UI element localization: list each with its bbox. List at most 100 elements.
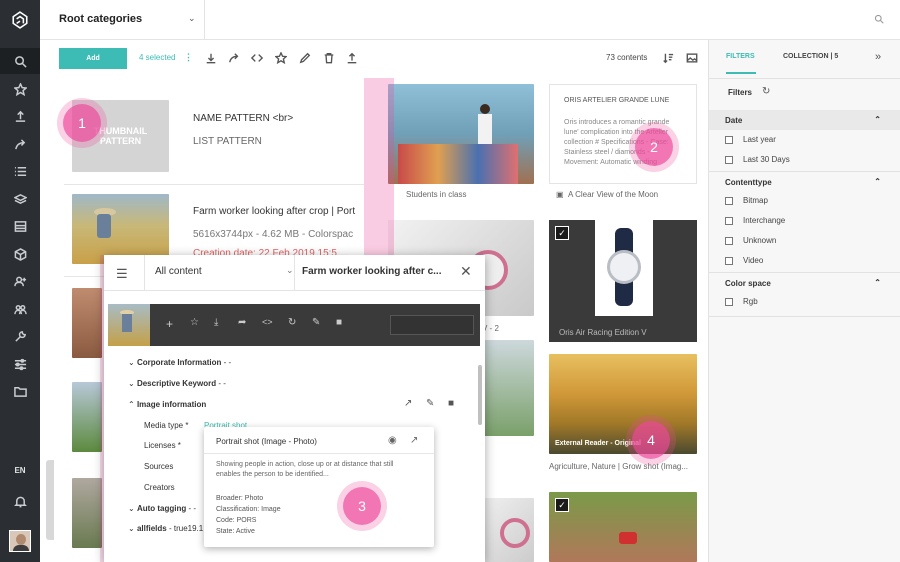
list-icon[interactable] [0,158,40,184]
checkbox[interactable] [725,256,733,265]
star-icon[interactable] [274,51,288,65]
chevron-up-icon[interactable]: ⌃ [874,115,881,124]
cube-icon[interactable] [0,241,40,267]
checkbox-checked-icon[interactable]: ✓ [555,226,569,240]
bell-icon[interactable] [0,488,40,514]
scrollbar[interactable] [478,365,482,425]
users-icon[interactable] [0,296,40,322]
tree-row-auto-tagging[interactable]: ⌄ Auto tagging - - [128,504,196,513]
share-icon[interactable] [0,131,40,157]
edit-icon[interactable]: ✎ [312,317,320,328]
cube-icon: ▣ [556,190,564,199]
code-icon[interactable]: <> [262,317,273,327]
panel-handle[interactable] [46,460,54,540]
open-external-icon[interactable]: ↗ [404,398,412,409]
tab-collection[interactable]: COLLECTION | 5 [783,53,838,60]
list-thumbnail[interactable] [72,382,102,452]
tree-row-allfields[interactable]: ⌄ allfields - true19.1: [128,524,205,533]
add-button[interactable]: Add [59,48,127,69]
wrench-icon[interactable] [0,323,40,349]
download-icon[interactable]: ⤓ [214,317,218,328]
share-icon[interactable] [228,52,240,64]
checkbox[interactable] [725,216,733,225]
checkbox[interactable] [725,155,733,164]
edit-icon[interactable]: ✎ [426,398,434,409]
filter-option[interactable]: Rgb [725,297,758,306]
checkbox[interactable] [725,196,733,205]
filters-label: Filters [728,88,753,97]
filter-section-contenttype[interactable]: Contenttype ⌃ [709,171,900,191]
trash-icon[interactable] [323,52,335,64]
search-icon[interactable] [0,48,40,74]
chevron-up-icon[interactable]: ⌃ [874,278,881,287]
filter-option[interactable]: Unknown [725,236,776,245]
chevron-down-icon[interactable]: ⌄ [286,265,294,276]
chevron-down-icon[interactable]: ⌄ [188,13,196,24]
trash-icon[interactable]: ■ [448,398,454,409]
checkbox[interactable] [725,236,733,245]
image-view-icon[interactable] [686,52,698,64]
popup-code: Code: PORS [216,517,257,524]
toolbar-search-input[interactable] [390,315,474,335]
refresh-icon[interactable]: ↻ [762,86,770,97]
checkbox[interactable] [725,135,733,144]
filter-option[interactable]: Last year [725,135,776,144]
list-thumbnail[interactable] [72,288,102,358]
selected-count[interactable]: 4 selected [139,53,175,62]
more-options-icon[interactable]: ⋮ [184,52,193,63]
add-icon[interactable]: + [166,317,173,331]
upload-icon[interactable] [0,103,40,129]
farm-worker-thumbnail[interactable] [72,194,169,264]
chevron-up-icon[interactable]: ⌃ [874,177,881,186]
row-title[interactable]: Farm worker looking after crop | Port [193,206,355,217]
watch-image[interactable] [480,498,534,562]
list-thumbnail[interactable] [72,478,102,548]
filter-option[interactable]: Interchange [725,216,785,225]
landscape-image[interactable] [480,340,534,436]
sort-icon[interactable] [662,52,674,64]
field-image[interactable]: External Reader - Original [549,354,697,454]
tree-row-descriptive[interactable]: ⌄ Descriptive Keyword - - [128,379,226,388]
filter-option[interactable]: Bitmap [725,196,768,205]
name-pattern: NAME PATTERN <br> [193,113,294,124]
trash-icon[interactable]: ■ [336,317,342,328]
strawberry-image[interactable]: ✓ [549,492,697,562]
content-select[interactable]: All content [155,266,202,277]
view-icon[interactable]: ◉ [388,435,397,446]
students-image[interactable] [388,84,534,184]
collapse-icon[interactable]: » [875,51,881,63]
text-card[interactable]: ORIS ARTELIER GRANDE LUNE Oris introduce… [549,84,697,184]
filter-section-date[interactable]: Date ⌃ [709,110,900,130]
tree-row-corporate[interactable]: ⌄ Corporate Information - - [128,358,231,367]
edit-icon[interactable] [299,52,311,64]
tab-filters[interactable]: FILTERS [726,53,755,60]
filter-option[interactable]: Last 30 Days [725,155,790,164]
download-icon[interactable] [205,52,217,64]
detail-toolbar: + ☆ ⤓ ➦ <> ↻ ✎ ■ [108,304,480,346]
star-icon[interactable]: ☆ [190,317,199,328]
refresh-icon[interactable]: ↻ [288,317,296,328]
close-icon[interactable]: ✕ [460,263,472,280]
code-icon[interactable] [250,52,264,64]
filter-option[interactable]: Video [725,256,763,265]
language-switch[interactable]: EN [0,457,40,483]
checkbox-checked-icon[interactable]: ✓ [555,498,569,512]
search-icon[interactable] [874,13,886,25]
logo-icon[interactable] [0,0,40,40]
star-icon[interactable] [0,76,40,102]
table-icon[interactable] [0,213,40,239]
category-select-value[interactable]: Root categories [59,13,142,25]
layers-icon[interactable] [0,186,40,212]
watch-card[interactable]: ✓ Oris Air Racing Edition V [549,220,697,342]
sliders-icon[interactable] [0,351,40,377]
upload-icon[interactable] [346,52,358,64]
hamburger-icon[interactable]: ☰ [116,266,128,282]
open-external-icon[interactable]: ↗ [410,435,418,446]
filter-section-colorspace[interactable]: Color space ⌃ [709,272,900,292]
tree-row-image-info[interactable]: ⌃ Image information [128,400,206,409]
folder-icon[interactable] [0,378,40,404]
user-add-icon[interactable] [0,268,40,294]
checkbox[interactable] [725,297,733,306]
avatar[interactable] [9,530,31,552]
share-icon[interactable]: ➦ [238,317,246,328]
